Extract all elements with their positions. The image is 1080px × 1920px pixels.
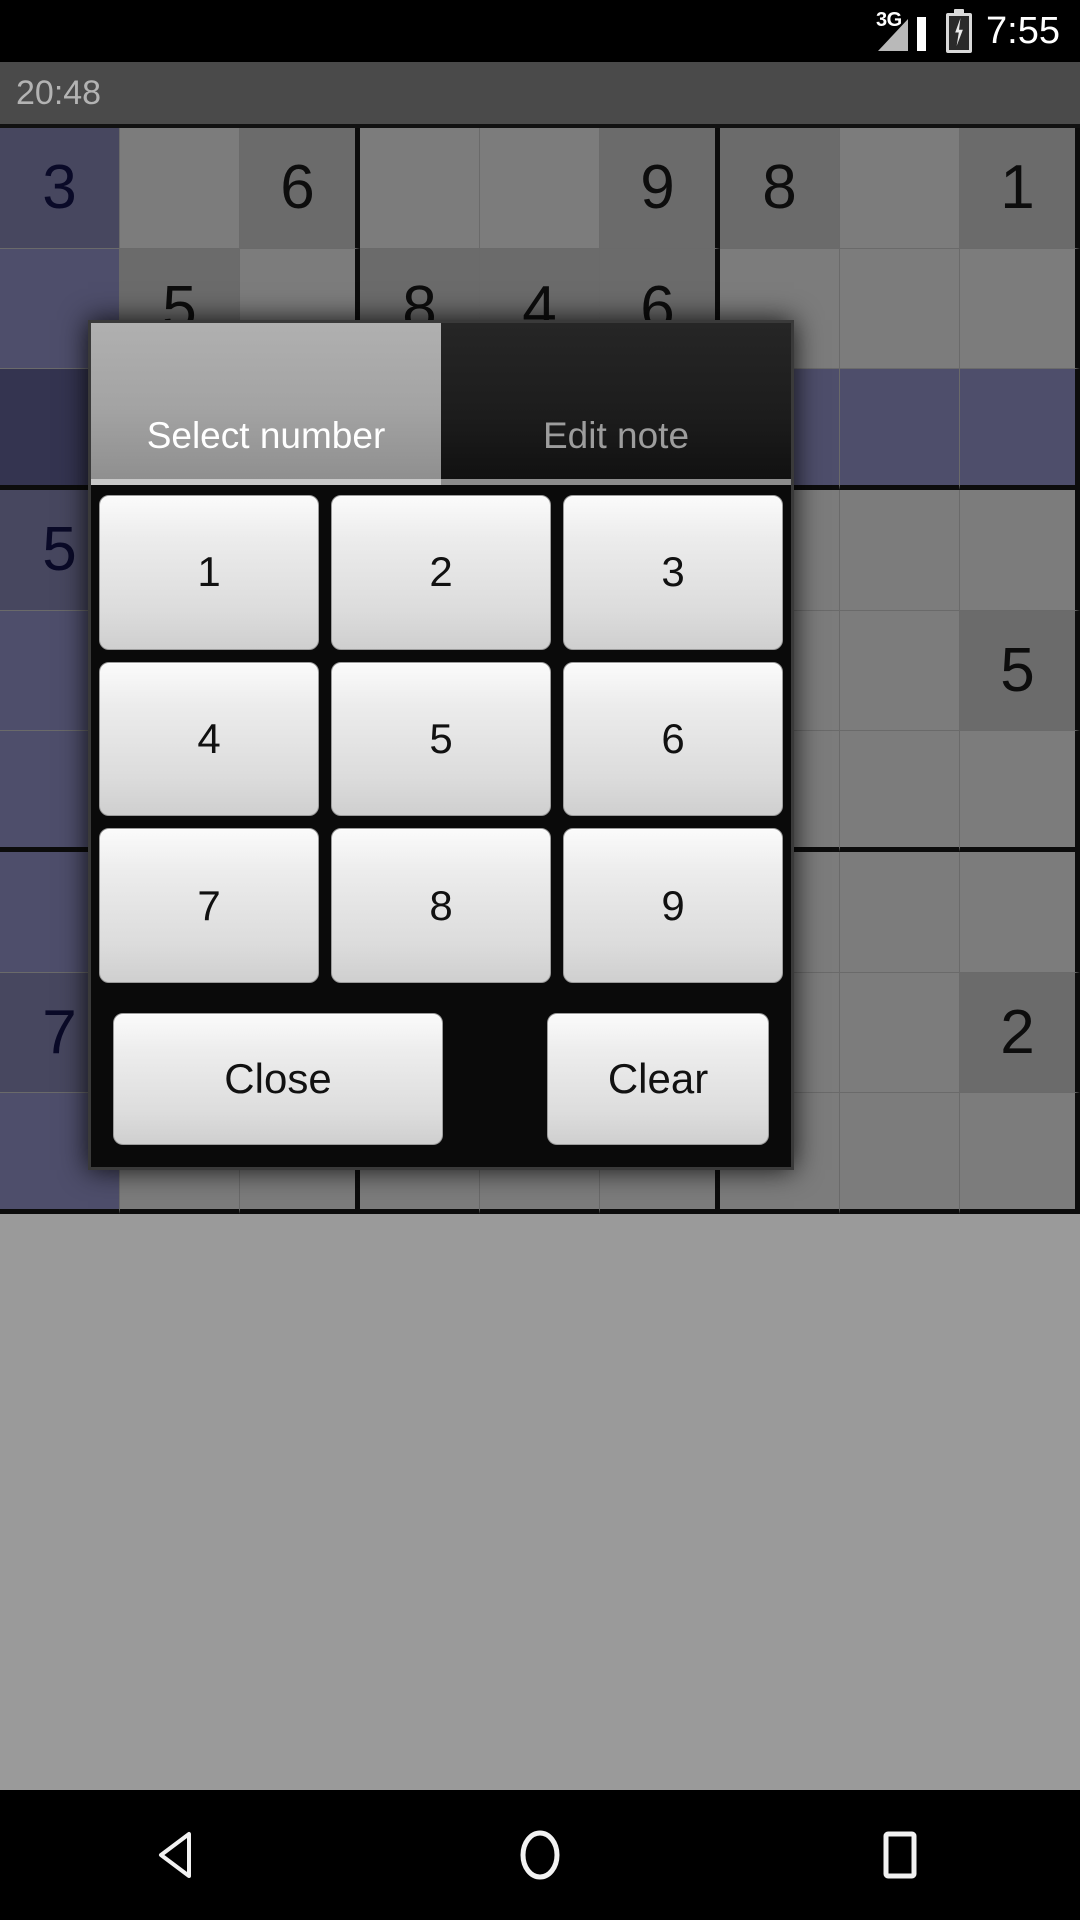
app-title-bar: 20:48 bbox=[0, 62, 1080, 124]
sudoku-cell-r3c8[interactable] bbox=[840, 369, 960, 490]
number-button-1[interactable]: 1 bbox=[99, 495, 319, 650]
sudoku-cell-r1c2[interactable] bbox=[120, 128, 240, 249]
sudoku-cell-r5c8[interactable] bbox=[840, 610, 960, 732]
status-bar-clock: 7:55 bbox=[986, 9, 1060, 52]
close-button[interactable]: Close bbox=[113, 1013, 443, 1145]
sudoku-cell-r1c8[interactable] bbox=[840, 128, 960, 249]
dialog-action-bar: Close Clear bbox=[91, 991, 791, 1167]
dialog-tab-select-number[interactable]: Select number bbox=[91, 323, 441, 485]
number-picker-dialog: Select number Edit note 123 456 789 Close C… bbox=[88, 320, 794, 1170]
number-button-5[interactable]: 5 bbox=[331, 661, 551, 817]
sudoku-cell-r8c9[interactable]: 2 bbox=[960, 972, 1080, 1094]
number-button-4[interactable]: 4 bbox=[99, 661, 319, 817]
number-button-8[interactable]: 8 bbox=[331, 828, 551, 983]
number-button-9[interactable]: 9 bbox=[563, 828, 783, 983]
sudoku-cell-r2c8[interactable] bbox=[840, 248, 960, 370]
sudoku-cell-r6c8[interactable] bbox=[840, 731, 960, 852]
dialog-tab-label: Edit note bbox=[542, 415, 690, 456]
sudoku-cell-r2c9[interactable] bbox=[960, 248, 1080, 370]
number-button-7[interactable]: 7 bbox=[99, 828, 319, 983]
sudoku-cell-r4c9[interactable] bbox=[960, 489, 1080, 611]
sudoku-cell-r7c8[interactable] bbox=[840, 851, 960, 973]
status-bar-right: 3G 7:55 bbox=[876, 9, 1060, 53]
sudoku-cell-r1c5[interactable] bbox=[480, 128, 600, 249]
dialog-tab-bar: Select number Edit note bbox=[91, 323, 791, 485]
sudoku-cell-r7c9[interactable] bbox=[960, 851, 1080, 973]
number-keypad[interactable]: 123 456 789 bbox=[91, 485, 791, 991]
signal-bars-shape bbox=[878, 19, 909, 51]
sudoku-cell-r9c8[interactable] bbox=[840, 1093, 960, 1214]
sudoku-cell-r4c8[interactable] bbox=[840, 489, 960, 611]
recents-icon[interactable] bbox=[845, 1800, 955, 1910]
back-icon[interactable] bbox=[125, 1800, 235, 1910]
number-button-3[interactable]: 3 bbox=[563, 495, 783, 650]
number-button-2[interactable]: 2 bbox=[331, 495, 551, 650]
sudoku-cell-r5c9[interactable]: 5 bbox=[960, 610, 1080, 732]
sudoku-cell-r6c9[interactable] bbox=[960, 731, 1080, 852]
sudoku-cell-r3c9[interactable] bbox=[960, 369, 1080, 490]
phone-screen: 3G 7:55 20:48 3698158465572 Select numbe… bbox=[0, 0, 1080, 1920]
sudoku-cell-r1c7[interactable]: 8 bbox=[720, 128, 840, 249]
game-timer: 20:48 bbox=[16, 73, 102, 112]
android-navigation-bar bbox=[0, 1790, 1080, 1920]
sudoku-cell-r9c9[interactable] bbox=[960, 1093, 1080, 1214]
dialog-tab-label: Select number bbox=[146, 415, 386, 456]
sudoku-cell-r1c4[interactable] bbox=[360, 128, 480, 249]
signal-3g-icon: 3G bbox=[876, 9, 932, 53]
sudoku-cell-r1c3[interactable]: 6 bbox=[240, 128, 360, 249]
signal-full-bar-shape bbox=[917, 17, 927, 51]
battery-charging-icon bbox=[946, 9, 973, 53]
sudoku-cell-r1c9[interactable]: 1 bbox=[960, 128, 1080, 249]
dialog-tab-edit-note[interactable]: Edit note bbox=[441, 323, 791, 485]
sudoku-cell-r8c8[interactable] bbox=[840, 972, 960, 1094]
sudoku-cell-r1c1[interactable]: 3 bbox=[0, 128, 120, 249]
status-bar: 3G 7:55 bbox=[0, 0, 1080, 62]
clear-button[interactable]: Clear bbox=[547, 1013, 769, 1145]
sudoku-cell-r1c6[interactable]: 9 bbox=[600, 128, 720, 249]
home-icon[interactable] bbox=[485, 1800, 595, 1910]
number-button-6[interactable]: 6 bbox=[563, 661, 783, 817]
